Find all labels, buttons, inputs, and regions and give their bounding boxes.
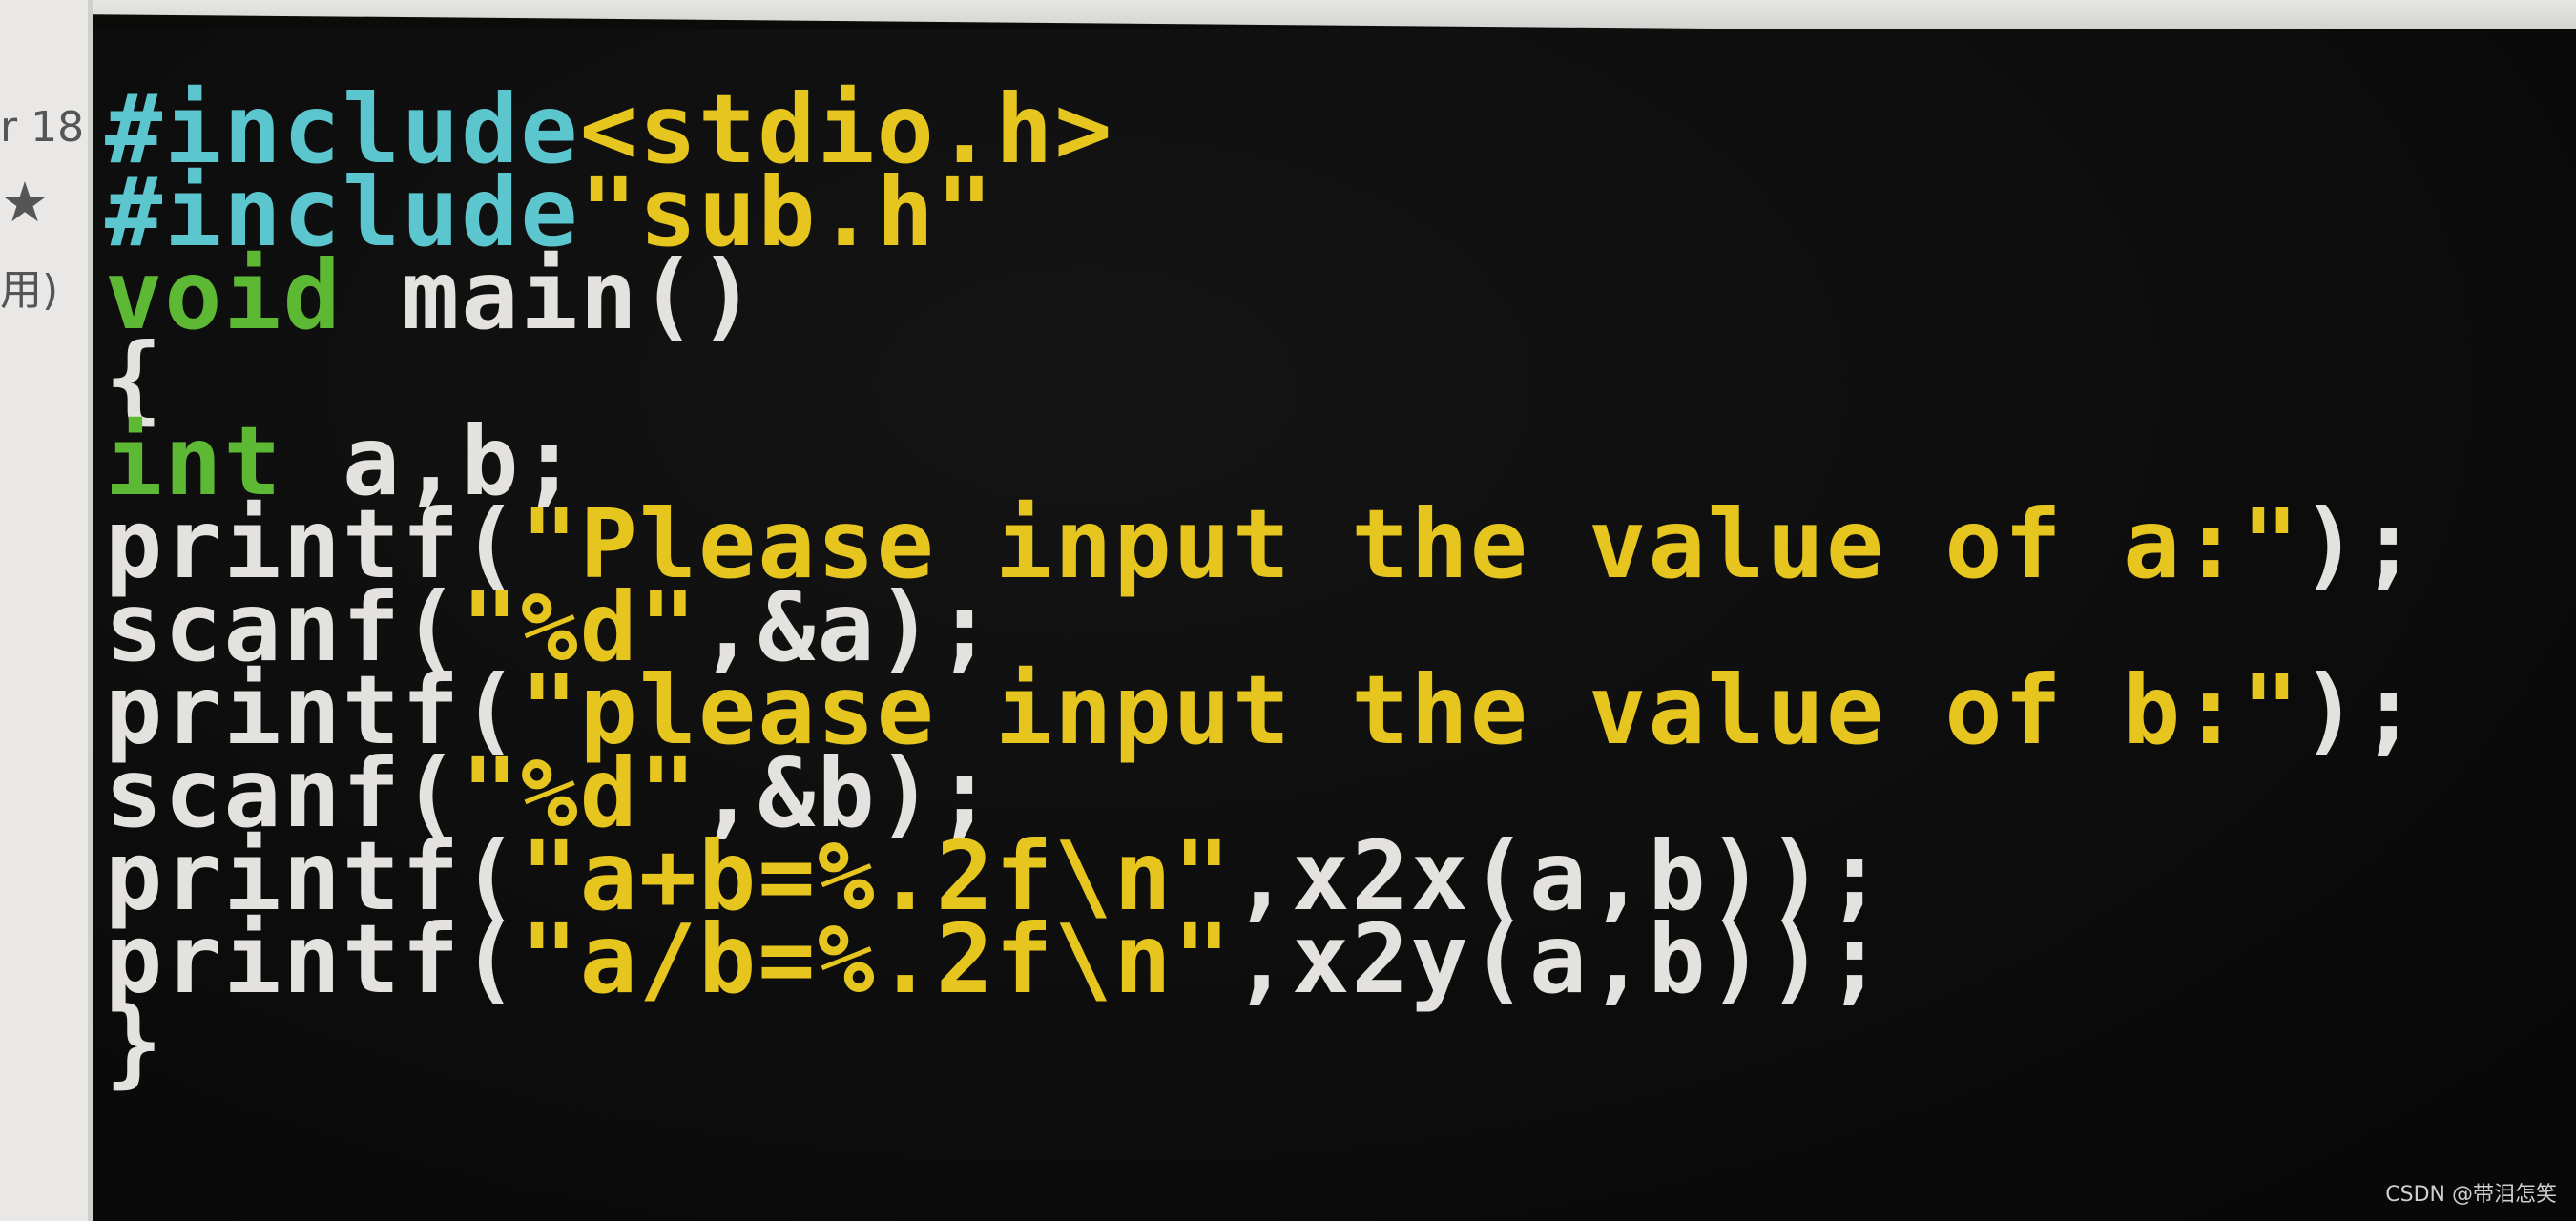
code-line: printf("a/b=%.2f\n",x2y(a,b)); — [105, 912, 2420, 1007]
code-token: } — [105, 986, 165, 1098]
left-panel: r 18 ★ 用) — [0, 0, 93, 1221]
watermark: CSDN @带泪怎笑 — [2385, 1183, 2557, 1207]
left-panel-text: r 18 — [0, 103, 85, 152]
code-token: printf( — [105, 903, 521, 1015]
code-editor[interactable]: #include<stdio.h> #include"sub.h" void mai… — [105, 82, 2420, 1090]
code-token: ); — [2300, 488, 2420, 600]
code-token: ); — [2300, 654, 2420, 766]
code-token: "a/b=%.2f\n" — [520, 903, 1233, 1015]
left-panel-text: 用) — [0, 266, 59, 315]
code-token: main() — [342, 239, 758, 351]
star-icon[interactable]: ★ — [0, 170, 50, 235]
code-token: ,x2y(a,b)); — [1232, 903, 1886, 1015]
code-line: void main() — [105, 248, 2420, 343]
